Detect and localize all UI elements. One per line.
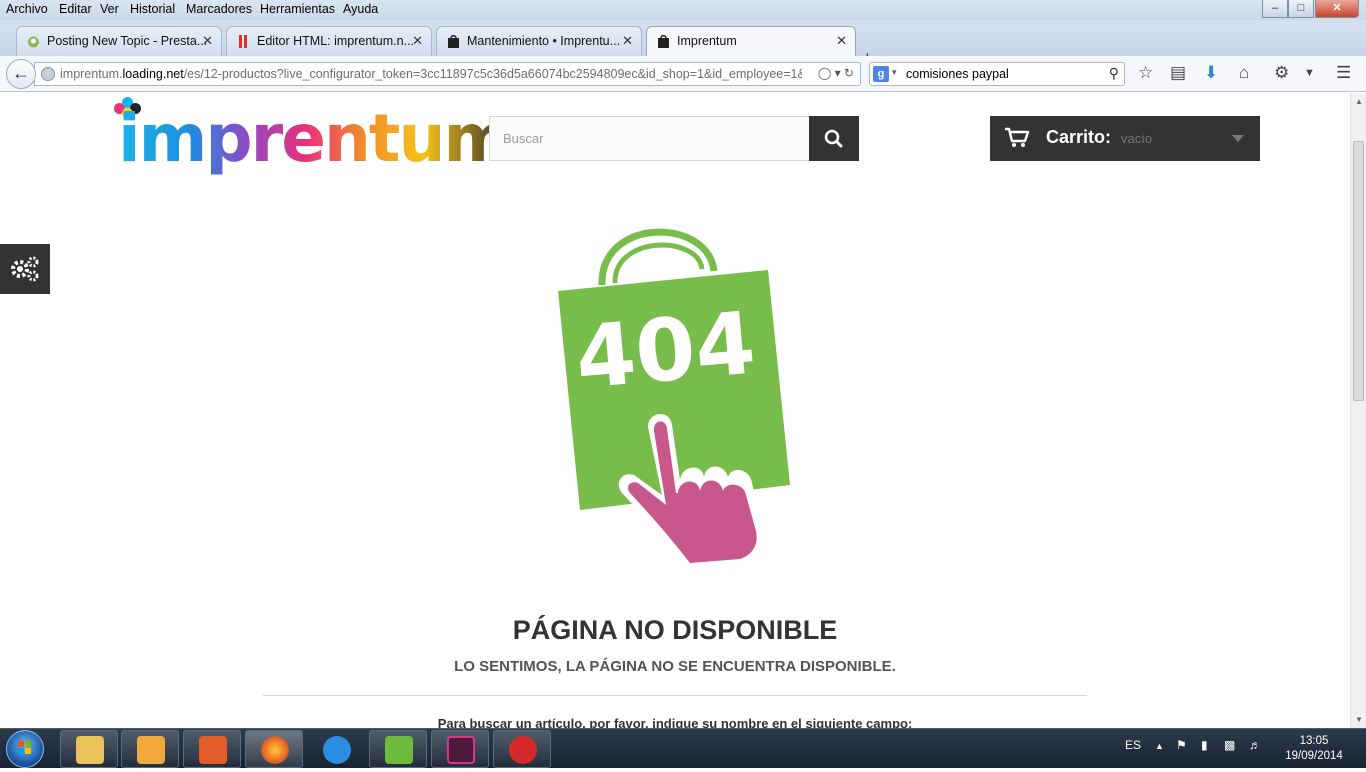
tab-imprentum[interactable]: Imprentum ✕ — [646, 26, 856, 56]
search-icon — [824, 129, 843, 148]
windows-logo-icon — [18, 741, 31, 754]
bag-number: 404 — [572, 293, 760, 408]
reload-icon[interactable]: ◯ ▾ ↻ — [818, 66, 854, 80]
language-indicator[interactable]: ES — [1125, 738, 1141, 752]
addon-icon[interactable]: ⚙ — [1274, 63, 1289, 83]
bag-icon — [448, 35, 459, 48]
cart-status: vacío — [1121, 131, 1153, 146]
battery-icon[interactable]: ▮ — [1201, 738, 1208, 752]
menu-ver[interactable]: Ver — [100, 2, 119, 16]
tab-close-icon[interactable]: ✕ — [202, 33, 213, 49]
taskbar-indesign[interactable] — [431, 730, 489, 768]
volume-icon[interactable]: ♬ — [1249, 738, 1261, 752]
bag-icon — [658, 35, 669, 48]
google-icon[interactable]: g — [873, 66, 889, 82]
play-icon — [137, 736, 165, 764]
tab-posting-topic[interactable]: Posting New Topic - Presta... ✕ — [16, 26, 222, 56]
taskbar-firefox[interactable] — [245, 730, 303, 768]
red-app-icon — [509, 736, 537, 764]
search-engine-value: comisiones paypal — [906, 67, 1009, 81]
taskbar-file-explorer[interactable] — [60, 730, 118, 768]
search-hint: Para buscar un artículo, por favor, indi… — [437, 716, 913, 728]
scroll-down-icon[interactable]: ▼ — [1355, 715, 1363, 724]
maximize-button[interactable]: □ — [1288, 0, 1314, 18]
cart-block[interactable]: Carrito: vacío — [990, 116, 1260, 161]
taskbar-red-app[interactable] — [493, 730, 551, 768]
logo-text: imprentum — [118, 100, 512, 177]
tab-close-icon[interactable]: ✕ — [836, 33, 847, 49]
search-icon[interactable]: ⚲ — [1109, 65, 1119, 82]
divider — [263, 695, 1087, 696]
taskbar-photo-app[interactable] — [183, 730, 241, 768]
web-page: imprentum Buscar Carrito: vacío 404 PÁGI… — [0, 93, 1350, 728]
back-button[interactable]: ← — [6, 59, 36, 89]
home-icon[interactable]: ⌂ — [1239, 63, 1249, 83]
cart-icon — [1005, 127, 1030, 147]
taskbar: ES ▲ ⚑ ▮ ▩ ♬ 13:05 19/09/2014 — [0, 728, 1366, 768]
theme-configurator-button[interactable] — [0, 244, 50, 294]
tab-label: Imprentum — [677, 34, 737, 48]
scroll-up-icon[interactable]: ▲ — [1355, 97, 1363, 106]
gears-icon — [11, 256, 39, 282]
tab-label: Editor HTML: imprentum.n... — [257, 34, 414, 48]
taskbar-media-player[interactable] — [121, 730, 179, 768]
page-title: PÁGINA NO DISPONIBLE — [512, 615, 838, 645]
network-icon[interactable]: ▩ — [1224, 738, 1235, 752]
download-icon[interactable]: ⬇ — [1204, 63, 1218, 83]
vertical-scrollbar[interactable]: ▲ ▼ — [1350, 93, 1366, 728]
menu-editar[interactable]: Editar — [59, 2, 92, 16]
menu-archivo[interactable]: Archivo — [6, 2, 48, 16]
menu-marcadores[interactable]: Marcadores — [186, 2, 252, 16]
search-engine-bar[interactable]: g ▾ comisiones paypal ⚲ — [869, 62, 1125, 86]
close-window-button[interactable]: ✕ — [1315, 0, 1359, 18]
url-bar[interactable]: imprentum.loading.net/es/12-productos?li… — [34, 62, 861, 86]
dropdown-icon[interactable]: ▾ — [892, 67, 897, 78]
tab-bar: Posting New Topic - Presta... ✕ Editor H… — [0, 20, 1366, 68]
navigation-bar: imprentum.loading.net/es/12-productos?li… — [0, 56, 1366, 92]
bag-handle-inner — [612, 242, 705, 284]
editor-icon — [239, 35, 247, 48]
prestashop-icon — [28, 36, 39, 48]
menu-herramientas[interactable]: Herramientas — [260, 2, 335, 16]
menu-bar: Archivo Editar Ver Historial Marcadores … — [0, 0, 1366, 20]
clock-time: 13:05 — [1299, 735, 1329, 747]
internet-explorer-icon — [323, 736, 351, 764]
folder-icon — [76, 736, 104, 764]
clock-date: 19/09/2014 — [1285, 750, 1343, 762]
error-404-graphic: 404 — [558, 228, 790, 571]
tab-close-icon[interactable]: ✕ — [412, 33, 423, 49]
minimize-button[interactable]: – — [1262, 0, 1288, 18]
tab-label: Mantenimiento • Imprentu... — [467, 34, 621, 48]
bookmark-star-icon[interactable]: ☆ — [1138, 63, 1153, 83]
globe-icon — [41, 67, 55, 81]
chevron-down-icon — [1232, 135, 1244, 142]
tab-editor-html[interactable]: Editor HTML: imprentum.n... ✕ — [226, 26, 432, 56]
shopping-bag-icon — [385, 736, 413, 764]
site-logo[interactable]: imprentum — [112, 93, 512, 178]
taskbar-internet-explorer[interactable] — [307, 730, 365, 768]
firefox-icon — [261, 736, 289, 764]
clock[interactable]: 13:05 19/09/2014 — [1276, 734, 1352, 764]
start-button[interactable] — [6, 730, 44, 768]
indesign-icon — [447, 736, 475, 764]
cart-label: Carrito: — [1046, 127, 1112, 147]
tab-mantenimiento[interactable]: Mantenimiento • Imprentu... ✕ — [436, 26, 642, 56]
search-button[interactable] — [809, 116, 859, 161]
menu-historial[interactable]: Historial — [130, 2, 175, 16]
search-input[interactable]: Buscar — [489, 116, 810, 161]
page-subtitle: LO SENTIMOS, LA PÁGINA NO SE ENCUENTRA D… — [454, 658, 896, 675]
menu-ayuda[interactable]: Ayuda — [343, 2, 378, 16]
scrollbar-thumb[interactable] — [1353, 141, 1364, 401]
menu-icon[interactable]: ☰ — [1336, 63, 1351, 83]
bookmarks-list-icon[interactable]: ▤ — [1170, 63, 1186, 83]
tab-label: Posting New Topic - Presta... — [47, 34, 207, 48]
tray-expand-icon[interactable]: ▲ — [1155, 741, 1164, 751]
photo-icon — [199, 736, 227, 764]
taskbar-shop-app[interactable] — [369, 730, 427, 768]
addon-dropdown-icon[interactable]: ▼ — [1304, 67, 1315, 79]
url-text: imprentum.loading.net/es/12-productos?li… — [60, 67, 802, 81]
flag-icon[interactable]: ⚑ — [1176, 738, 1187, 752]
tab-close-icon[interactable]: ✕ — [622, 33, 633, 49]
